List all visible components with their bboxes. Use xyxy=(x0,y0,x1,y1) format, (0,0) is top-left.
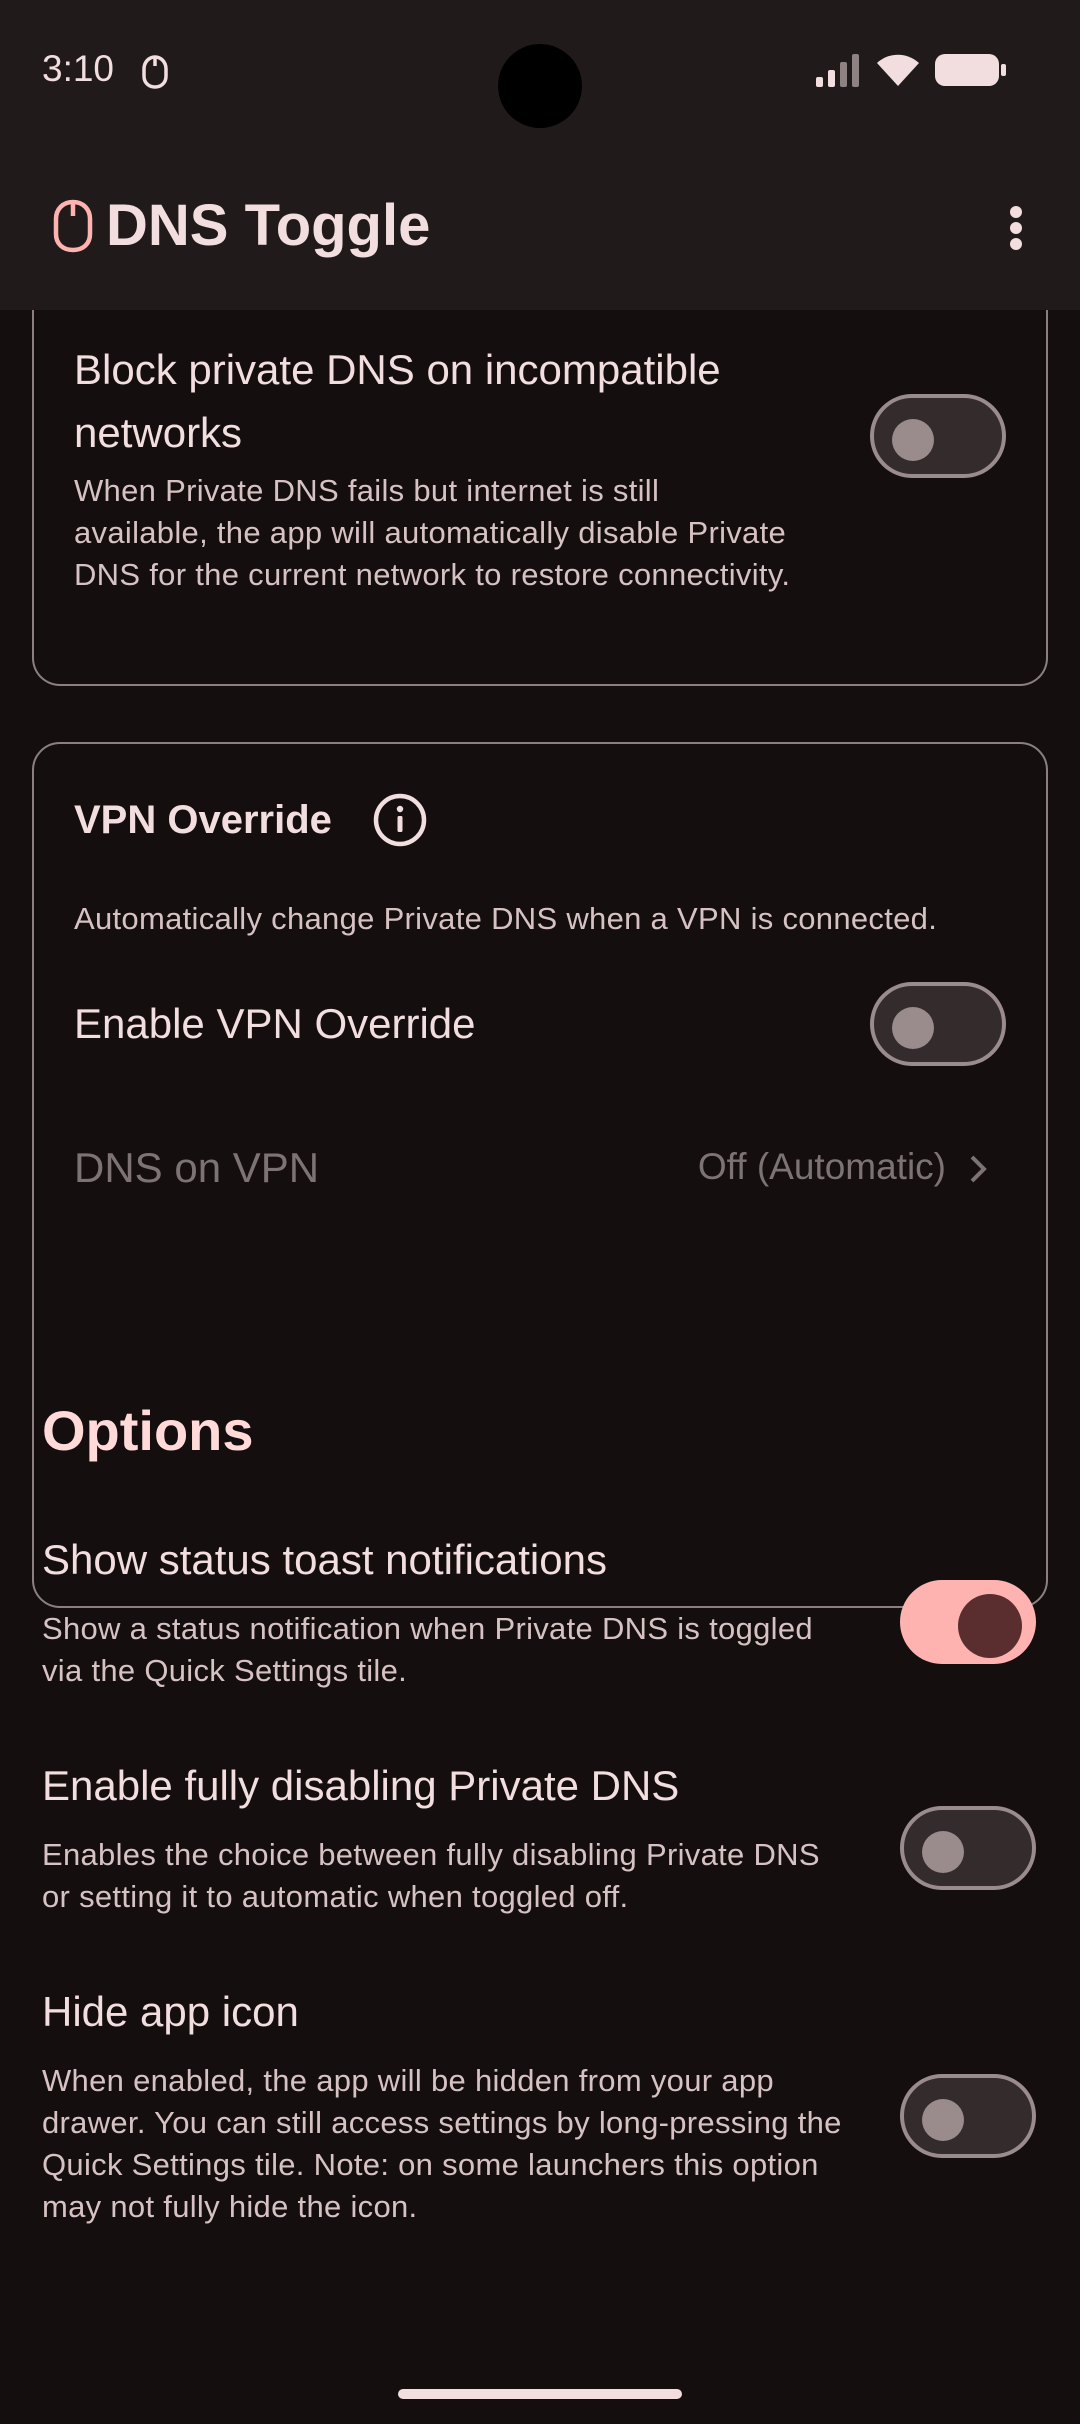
switch-thumb xyxy=(892,419,934,461)
block-dns-description: When Private DNS fails but internet is s… xyxy=(74,473,791,592)
hide-app-icon-switch[interactable] xyxy=(900,2074,1036,2158)
notification-app-icon xyxy=(140,54,170,95)
dns-on-vpn-label: DNS on VPN xyxy=(74,1144,320,1191)
shield-icon xyxy=(52,198,94,259)
switch-thumb xyxy=(922,1831,964,1873)
switch-thumb xyxy=(922,2099,964,2141)
options-heading: Options xyxy=(42,1399,254,1462)
fully-disable-dns-switch[interactable] xyxy=(900,1806,1036,1890)
option-title: Hide app icon xyxy=(42,1988,299,2035)
block-private-dns-card: Block private DNS on incompatible networ… xyxy=(32,310,1048,686)
block-dns-title: Block private DNS on incompatible networ… xyxy=(74,346,721,456)
toast-notifications-switch[interactable] xyxy=(900,1580,1036,1664)
wifi-icon xyxy=(876,52,920,93)
option-toast-notifications[interactable]: Show status toast notifications Show a s… xyxy=(0,1528,1080,1728)
dns-on-vpn-value: Off (Automatic) xyxy=(697,1146,946,1187)
status-time: 3:10 xyxy=(42,48,115,89)
vpn-override-title: VPN Override xyxy=(74,798,332,842)
app-bar: DNS Toggle xyxy=(0,140,1080,310)
option-description: Enables the choice between fully disabli… xyxy=(42,1837,820,1914)
switch-thumb xyxy=(958,1594,1022,1658)
page-title: DNS Toggle xyxy=(106,193,431,258)
block-dns-switch[interactable] xyxy=(870,394,1006,478)
vpn-override-card: VPN Override Automatically change Privat… xyxy=(32,742,1048,1608)
battery-icon xyxy=(934,52,1008,93)
camera-cutout xyxy=(498,44,582,128)
option-description: Show a status notification when Private … xyxy=(42,1611,813,1688)
option-description: When enabled, the app will be hidden fro… xyxy=(42,2063,842,2224)
option-fully-disable-dns[interactable]: Enable fully disabling Private DNS Enabl… xyxy=(0,1754,1080,1954)
signal-icon xyxy=(814,53,862,92)
chevron-right-icon xyxy=(966,1152,990,1191)
enable-vpn-override-label: Enable VPN Override xyxy=(74,1000,476,1047)
home-indicator[interactable] xyxy=(398,2389,682,2399)
switch-thumb xyxy=(892,1007,934,1049)
option-title: Show status toast notifications xyxy=(42,1536,607,1583)
more-vert-icon[interactable] xyxy=(988,200,1044,256)
status-bar: 3:10 xyxy=(0,0,1080,140)
enable-vpn-override-switch[interactable] xyxy=(870,982,1006,1066)
settings-content[interactable]: Block private DNS on incompatible networ… xyxy=(0,310,1080,2380)
option-title: Enable fully disabling Private DNS xyxy=(42,1762,680,1809)
vpn-override-description: Automatically change Private DNS when a … xyxy=(74,901,938,936)
option-hide-app-icon[interactable]: Hide app icon When enabled, the app will… xyxy=(0,1980,1080,2260)
info-icon[interactable] xyxy=(372,792,428,853)
dns-on-vpn-row[interactable]: DNS on VPN Off (Automatic) xyxy=(34,1100,1046,1220)
